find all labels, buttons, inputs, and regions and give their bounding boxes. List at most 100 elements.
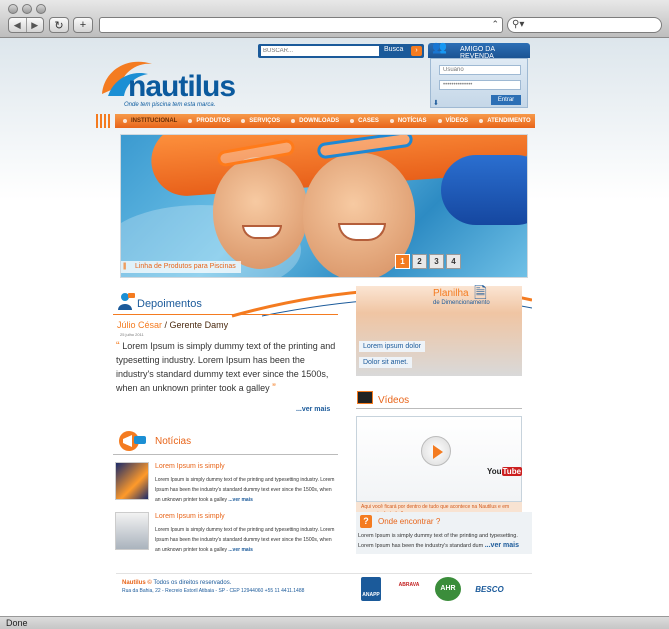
hero-banner[interactable]: ||| Linha de Produtos para Piscinas 1 2 … (120, 134, 528, 278)
depoimentos-rule (113, 314, 338, 315)
onde-more-link[interactable]: ...ver mais (485, 542, 519, 549)
banner-page-1[interactable]: 1 (395, 254, 410, 269)
videos-rule (356, 408, 522, 409)
window-controls (8, 4, 46, 14)
banner-page-3[interactable]: 3 (429, 254, 444, 269)
footer-rights: Todos os direitos reservados. (151, 580, 232, 586)
back-forward-buttons: ◀ ▶ (8, 17, 44, 33)
planilha-link-2[interactable]: Dolor sit amet. (359, 357, 413, 368)
news-item: Lorem Ipsum is simply Lorem Ipsum is sim… (113, 512, 338, 556)
main-menu: INSTITUCIONAL PRODUTOS SERVIÇOS DOWNLOAD… (96, 114, 535, 128)
news-text: Lorem Ipsum is simply dummy text of the … (155, 527, 335, 553)
document-icon[interactable]: 🗎 (474, 282, 487, 309)
banner-caption[interactable]: ||| Linha de Produtos para Piscinas (121, 261, 241, 273)
web-page: nautilus Onde tem piscina tem esta marca… (0, 38, 669, 616)
logo-name: nautilus (128, 70, 236, 103)
site-search-button[interactable]: Busca (384, 46, 403, 53)
anapp-seal[interactable]: ANAPP (361, 577, 381, 601)
reload-small-icon[interactable]: ⌃ (491, 19, 499, 30)
people-icon: 👥 (432, 40, 447, 54)
browser-toolbar: ◀ ▶ ↻ + ⌃ ⚲▾ (0, 0, 669, 38)
noticias-title: Notícias (155, 436, 192, 447)
news-more-link[interactable]: ...ver mais (228, 497, 252, 503)
login-button[interactable]: Entrar (491, 95, 521, 105)
minimize-window-button[interactable] (22, 4, 32, 14)
besco-seal[interactable]: BESCO (467, 577, 512, 601)
planilha-title[interactable]: Planilha (433, 288, 469, 299)
news-text: Lorem Ipsum is simply dummy text of the … (155, 477, 335, 503)
menu-item-produtos[interactable]: PRODUTOS (186, 116, 239, 126)
banner-pager: 1 2 3 4 (395, 254, 461, 269)
news-item: Lorem Ipsum is simply Lorem Ipsum is sim… (113, 462, 338, 506)
nautilus-logo[interactable]: nautilus Onde tem piscina tem esta marca… (100, 56, 236, 111)
planilha-panel: Planilha de Dimencionamento 🗎 Lorem ipsu… (356, 285, 522, 376)
banner-caption-text: Linha de Produtos para Piscinas (134, 263, 236, 270)
login-box: ⬇ Entrar (430, 58, 528, 108)
megaphone-icon (119, 431, 146, 451)
testimonial-date: 25 julho 2011 (120, 332, 144, 337)
menu-item-noticias[interactable]: NOTÍCIAS (388, 116, 436, 126)
news-thumbnail[interactable] (115, 512, 149, 550)
zoom-window-button[interactable] (36, 4, 46, 14)
testimonial-author: Júlio César / Gerente Damy (117, 320, 228, 330)
password-field[interactable] (439, 80, 521, 90)
menu-item-institucional[interactable]: INSTITUCIONAL (121, 116, 186, 126)
person-icon (118, 293, 135, 310)
news-thumbnail[interactable] (115, 462, 149, 500)
magnifier-icon: ⚲▾ (512, 19, 525, 30)
child-face-left (213, 157, 308, 269)
video-icon (357, 391, 373, 404)
site-footer: Nautilus © Todos os direitos reservados.… (116, 573, 532, 603)
planilha-link-1[interactable]: Lorem ipsum dolor (359, 341, 425, 352)
banner-page-4[interactable]: 4 (446, 254, 461, 269)
depoimentos-title: Depoimentos (137, 298, 202, 310)
menu-item-downloads[interactable]: DOWNLOADS (289, 116, 348, 126)
open-quote-icon: “ (116, 340, 120, 352)
close-window-button[interactable] (8, 4, 18, 14)
logo-tagline: Onde tem piscina tem esta marca. (124, 102, 216, 108)
youtube-logo: YouTube (487, 467, 523, 476)
ahr-seal[interactable]: AHR (435, 577, 461, 601)
news-more-link[interactable]: ...ver mais (228, 547, 252, 553)
back-arrow-icon[interactable]: ◀ (9, 18, 27, 32)
footer-copyright: Nautilus © Todos os direitos reservados. (122, 580, 231, 586)
testimonial-more-link[interactable]: ...ver mais (296, 406, 330, 413)
forward-arrow-icon[interactable]: ▶ (27, 18, 44, 32)
question-icon: ? (360, 515, 372, 528)
close-quote-icon: ” (272, 382, 276, 394)
onde-encontrar-panel: ? Onde encontrar ? Lorem Ipsum is simply… (356, 512, 532, 554)
reload-icon[interactable]: ↻ (49, 17, 69, 33)
status-bar: Done (0, 616, 669, 629)
search-go-icon[interactable]: › (411, 46, 422, 56)
browser-search-field[interactable]: ⚲▾ (507, 17, 662, 33)
menu-item-servicos[interactable]: SERVIÇOS (239, 116, 289, 126)
arrow-down-icon: ⬇ (433, 100, 439, 107)
menu-item-cases[interactable]: CASES (348, 116, 388, 126)
author-name: Júlio César (117, 320, 163, 330)
abrava-seal[interactable]: ABRAVA (388, 577, 430, 601)
plus-icon[interactable]: + (73, 17, 93, 33)
site-search-input[interactable] (261, 46, 379, 56)
noticias-rule (113, 454, 338, 455)
onde-text: Lorem Ipsum is simply dummy text of the … (358, 533, 519, 549)
news-title[interactable]: Lorem Ipsum is simply (155, 463, 225, 470)
author-role: / Gerente Damy (164, 320, 229, 330)
site-search: Busca › (258, 44, 424, 58)
videos-title: Vídeos (378, 395, 410, 406)
amigo-da-revenda-tab[interactable]: 👥 AMIGO DA REVENDA (428, 40, 530, 60)
menu-item-atendimento[interactable]: ATENDIMENTO (477, 116, 539, 126)
menu-decoration (96, 114, 115, 128)
footer-address: Rua da Bahia, 22 - Recreio Estoril Atiba… (122, 588, 305, 594)
testimonial-text: “ Lorem Ipsum is simply dummy text of th… (116, 339, 336, 395)
username-field[interactable] (439, 65, 521, 75)
news-title[interactable]: Lorem Ipsum is simply (155, 513, 225, 520)
onde-title[interactable]: Onde encontrar ? (378, 517, 440, 526)
pool-noodle-blue (441, 155, 527, 225)
footer-brand: Nautilus © (122, 580, 152, 586)
address-bar[interactable]: ⌃ (99, 17, 503, 33)
play-icon[interactable] (421, 436, 451, 466)
testimonial-body: Lorem Ipsum is simply dummy text of the … (116, 341, 336, 393)
video-player[interactable]: YouTube (356, 416, 523, 502)
menu-item-videos[interactable]: VÍDEOS (436, 116, 478, 126)
banner-page-2[interactable]: 2 (412, 254, 427, 269)
